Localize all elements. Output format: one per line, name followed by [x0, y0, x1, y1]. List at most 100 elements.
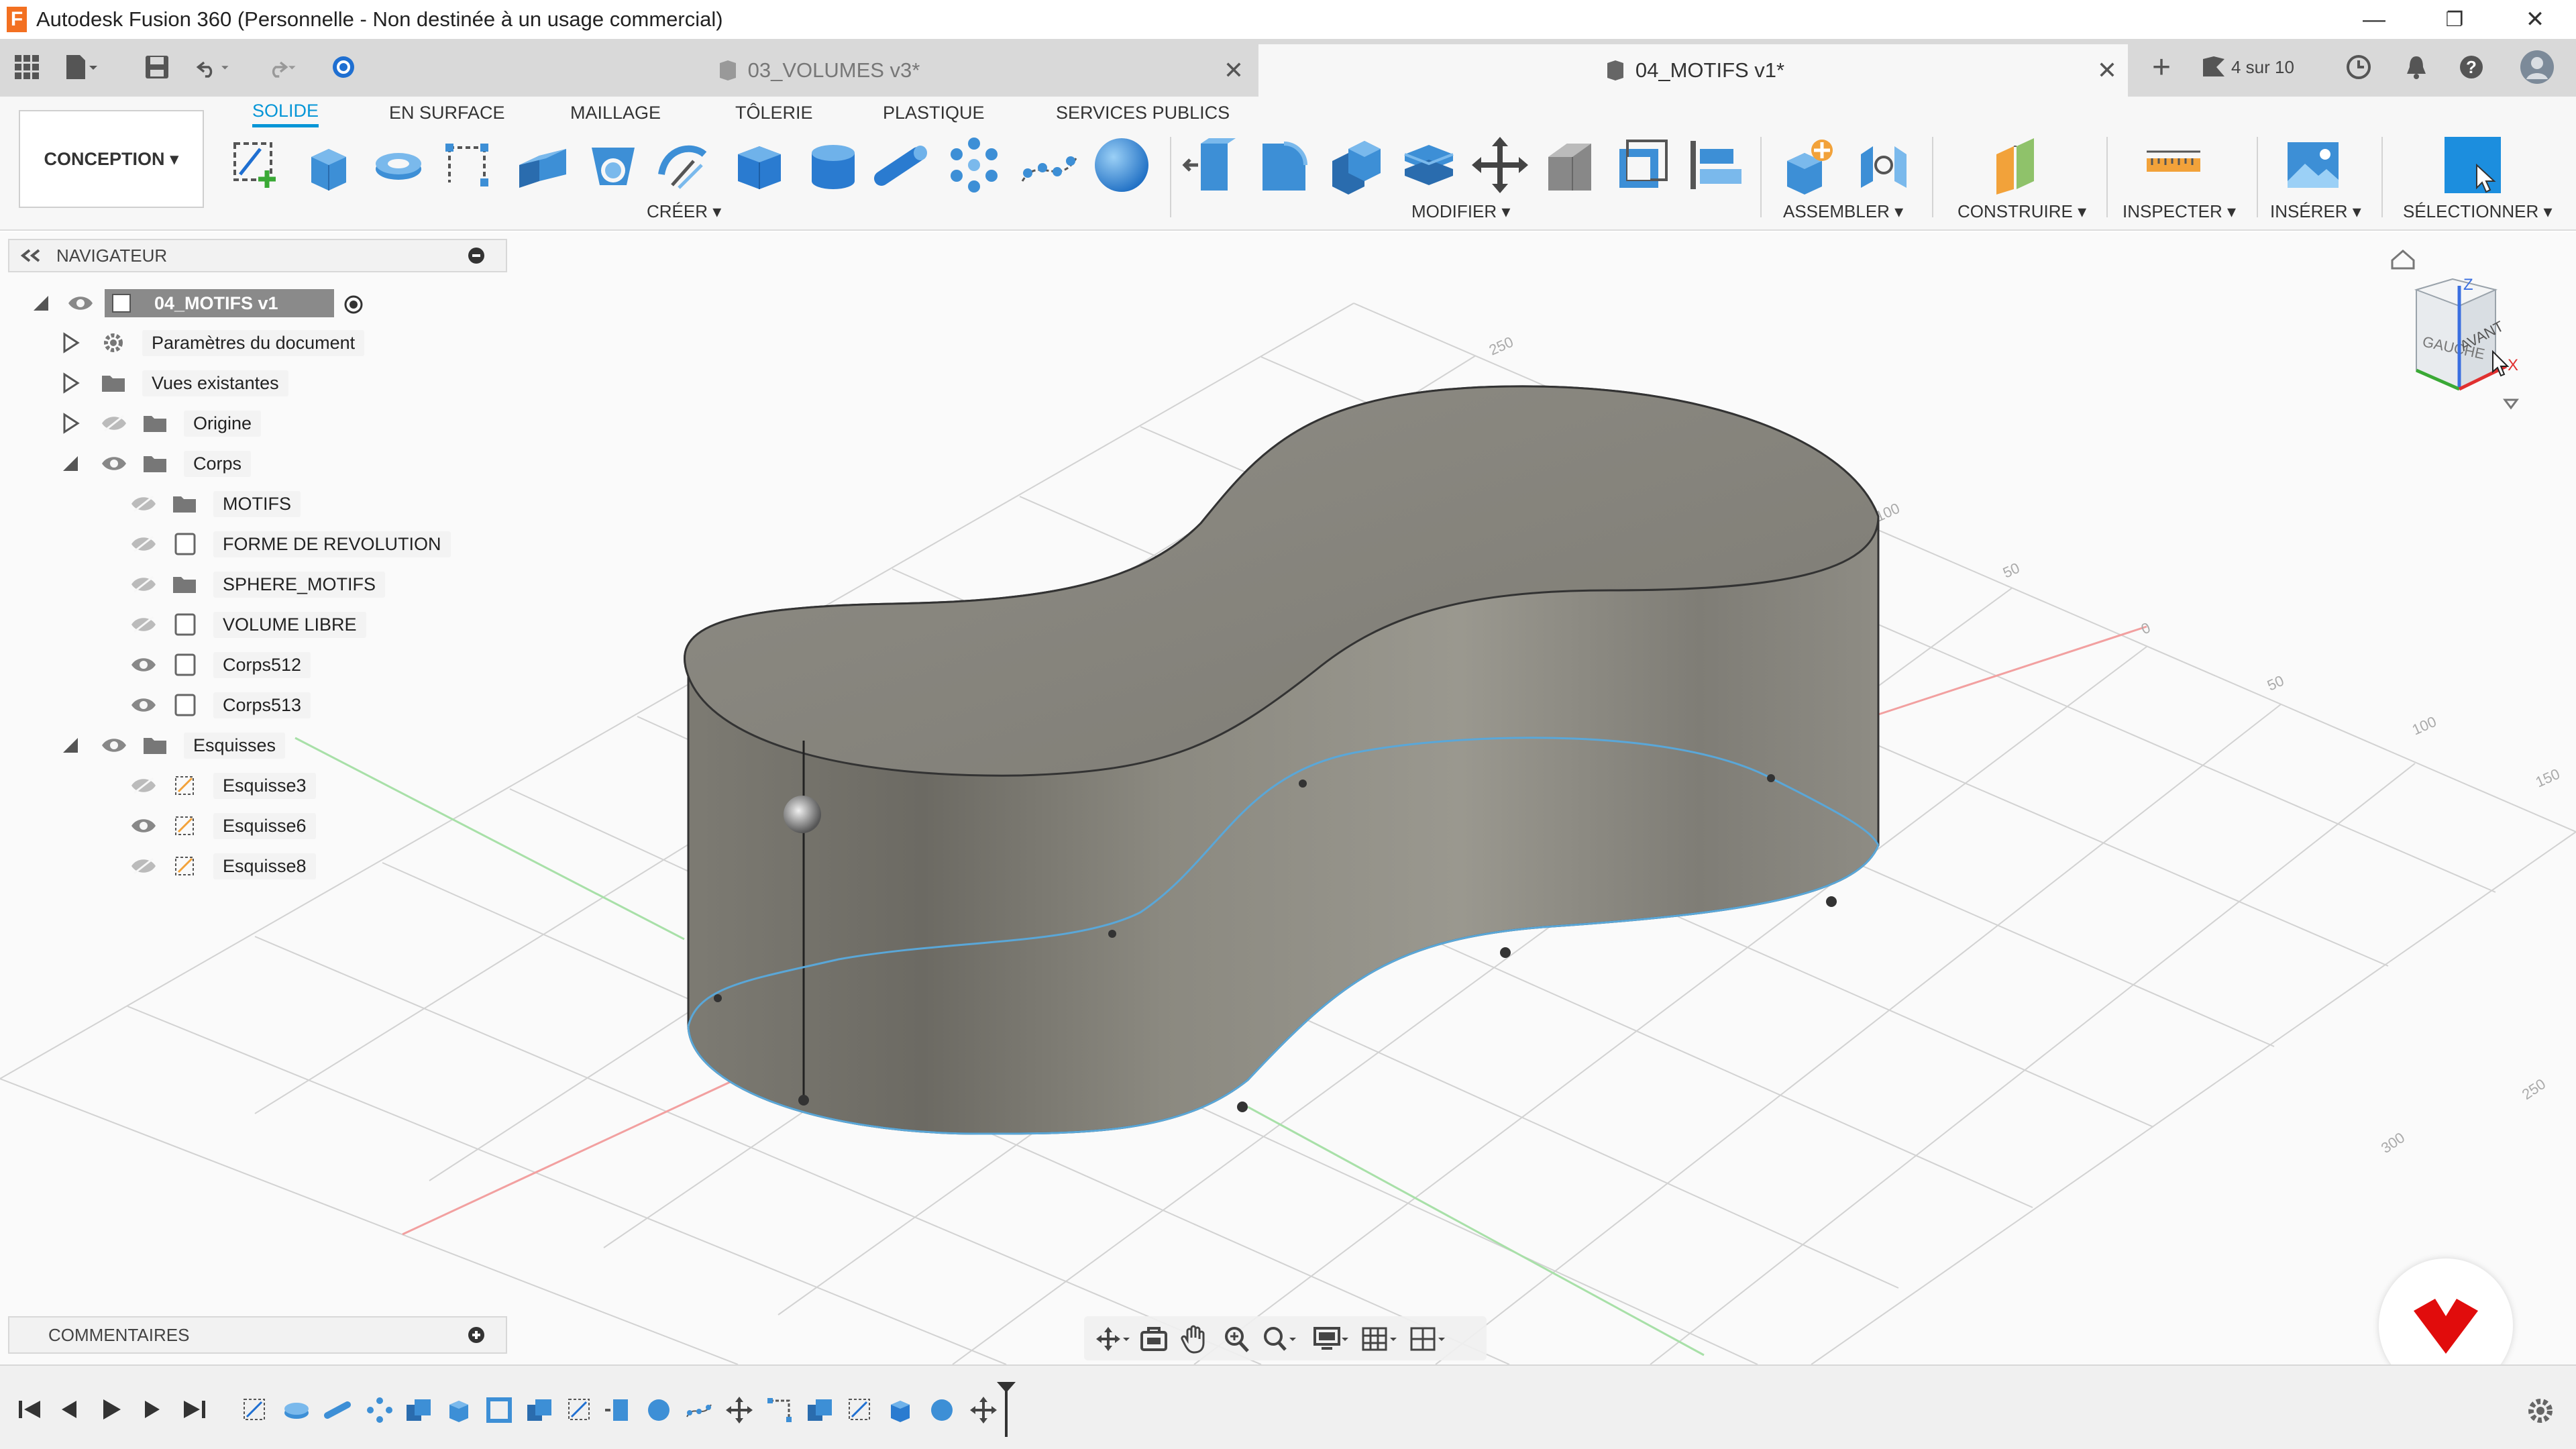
tab-close-icon[interactable]: ✕ — [2097, 56, 2117, 85]
timeline-sphere-icon[interactable] — [927, 1395, 957, 1425]
pan-hand-icon[interactable] — [1178, 1324, 1214, 1354]
select-icon[interactable] — [2442, 134, 2504, 196]
timeline-sketch-icon[interactable] — [565, 1395, 594, 1425]
timeline-extrude-icon[interactable] — [444, 1395, 474, 1425]
timeline-marker[interactable] — [993, 1379, 1020, 1440]
timeline-combine-icon[interactable] — [805, 1395, 835, 1425]
3d-viewport[interactable]: 250 100 50 0 50 100 150 250 300 — [0, 232, 2576, 1364]
tab-04-motifs[interactable]: 04_MOTIFS v1* ✕ — [1258, 44, 2128, 97]
timeline-pattern-icon[interactable] — [365, 1395, 394, 1425]
group-modifier[interactable]: MODIFIER ▾ — [1411, 201, 1510, 222]
viewports-icon[interactable] — [1409, 1324, 1445, 1354]
eye-visible-icon[interactable] — [67, 293, 94, 313]
measure-icon[interactable] — [2143, 134, 2204, 196]
expand-triangle-icon[interactable] — [59, 372, 82, 394]
scale-icon[interactable] — [1613, 134, 1674, 196]
combine-icon[interactable] — [1326, 134, 1387, 196]
timeline-shell-icon[interactable] — [484, 1395, 514, 1425]
timeline-sweep-icon[interactable] — [765, 1395, 794, 1425]
minimize-button[interactable]: — — [2337, 0, 2411, 39]
timeline-combine-icon[interactable] — [525, 1395, 554, 1425]
job-status[interactable]: 4 sur 10 — [2200, 50, 2301, 85]
pattern-icon[interactable] — [943, 134, 1005, 196]
timeline-box-icon[interactable] — [885, 1395, 915, 1425]
collapse-triangle-icon[interactable] — [30, 292, 52, 315]
sphere-icon[interactable] — [1091, 134, 1152, 196]
eye-hidden-icon[interactable] — [130, 856, 157, 876]
timeline-settings-gear-icon[interactable] — [2524, 1394, 2557, 1428]
collapse-triangle-icon[interactable] — [59, 734, 82, 757]
move-copy-icon[interactable] — [1469, 134, 1531, 196]
timeline-combine-icon[interactable] — [404, 1395, 433, 1425]
eye-visible-icon[interactable] — [130, 695, 157, 715]
zoom-icon[interactable] — [1220, 1324, 1256, 1354]
timeline-sphere-icon[interactable] — [644, 1395, 674, 1425]
new-tab-button[interactable]: + — [2144, 50, 2179, 85]
undo-icon[interactable] — [196, 50, 231, 85]
timeline-pattern-on-path-icon[interactable] — [684, 1395, 714, 1425]
sphere-motif[interactable] — [784, 796, 821, 833]
shell-icon[interactable] — [1398, 134, 1460, 196]
align-icon[interactable] — [1684, 134, 1746, 196]
expand-triangle-icon[interactable] — [59, 412, 82, 435]
eye-visible-icon[interactable] — [101, 453, 127, 474]
save-icon[interactable] — [140, 50, 174, 85]
sync-icon[interactable] — [326, 50, 361, 85]
eye-visible-icon[interactable] — [130, 816, 157, 836]
display-settings-icon[interactable] — [1312, 1324, 1348, 1354]
timeline-play-icon[interactable] — [94, 1393, 127, 1426]
chamfer-icon[interactable] — [1539, 134, 1601, 196]
restore-button[interactable]: ❐ — [2418, 0, 2491, 39]
viewcube[interactable]: GAUCHE AVANT Z X — [2368, 239, 2569, 433]
extrude-icon[interactable] — [298, 134, 360, 196]
navigator-close-icon[interactable] — [467, 246, 486, 265]
timeline-previous-icon[interactable] — [52, 1393, 86, 1426]
timeline-sketch-icon[interactable] — [240, 1395, 270, 1425]
pipe-icon[interactable] — [873, 134, 935, 196]
create-sketch-icon[interactable] — [225, 134, 287, 196]
eye-visible-icon[interactable] — [101, 735, 127, 755]
offset-plane-icon[interactable] — [1987, 134, 2049, 196]
loft-icon[interactable] — [513, 134, 574, 196]
collapse-triangle-icon[interactable] — [59, 452, 82, 475]
tab-03-volumes[interactable]: 03_VOLUMES v3* ✕ — [380, 44, 1254, 97]
clock-icon[interactable] — [2341, 50, 2376, 85]
home-view-icon[interactable] — [2391, 250, 2415, 270]
eye-hidden-icon[interactable] — [101, 413, 127, 433]
timeline-sketch-icon[interactable] — [845, 1395, 875, 1425]
redo-icon[interactable] — [263, 50, 298, 85]
viewcube-menu-icon[interactable] — [2503, 398, 2519, 410]
tab-en-surface[interactable]: EN SURFACE — [389, 98, 505, 127]
eye-hidden-icon[interactable] — [130, 775, 157, 796]
pattern-on-path-icon[interactable] — [1018, 134, 1080, 196]
add-comment-icon[interactable] — [467, 1326, 486, 1344]
press-pull-icon[interactable] — [1181, 134, 1242, 196]
revolve-icon[interactable] — [368, 134, 429, 196]
group-construire[interactable]: CONSTRUIRE ▾ — [1957, 201, 2086, 222]
timeline-press-pull-icon[interactable] — [604, 1395, 633, 1425]
joint-icon[interactable] — [1853, 134, 1915, 196]
timeline-last-icon[interactable] — [177, 1393, 211, 1426]
eye-hidden-icon[interactable] — [130, 494, 157, 514]
group-inserer[interactable]: INSÉRER ▾ — [2270, 201, 2361, 222]
eye-visible-icon[interactable] — [130, 655, 157, 675]
tab-solide[interactable]: SOLIDE — [252, 98, 319, 127]
navigator-header[interactable]: NAVIGATEUR — [8, 239, 507, 272]
insert-canvas-icon[interactable] — [2282, 134, 2344, 196]
close-button[interactable]: ✕ — [2498, 0, 2572, 39]
box-icon[interactable] — [729, 134, 790, 196]
eye-hidden-icon[interactable] — [130, 614, 157, 635]
timeline-revolve-icon[interactable] — [282, 1395, 311, 1425]
help-icon[interactable]: ? — [2454, 50, 2489, 85]
expand-triangle-icon[interactable] — [59, 331, 82, 354]
tab-tolerie[interactable]: TÔLERIE — [735, 98, 813, 127]
group-assembler[interactable]: ASSEMBLER ▾ — [1783, 201, 1903, 222]
comments-panel[interactable]: COMMENTAIRES — [8, 1316, 507, 1354]
timeline-pipe-icon[interactable] — [323, 1395, 353, 1425]
timeline-move-icon[interactable] — [724, 1395, 754, 1425]
eye-hidden-icon[interactable] — [130, 534, 157, 554]
notification-bell-icon[interactable] — [2399, 50, 2434, 85]
web-icon[interactable] — [652, 134, 714, 196]
tab-plastique[interactable]: PLASTIQUE — [883, 98, 985, 127]
zoom-window-icon[interactable] — [1260, 1324, 1296, 1354]
